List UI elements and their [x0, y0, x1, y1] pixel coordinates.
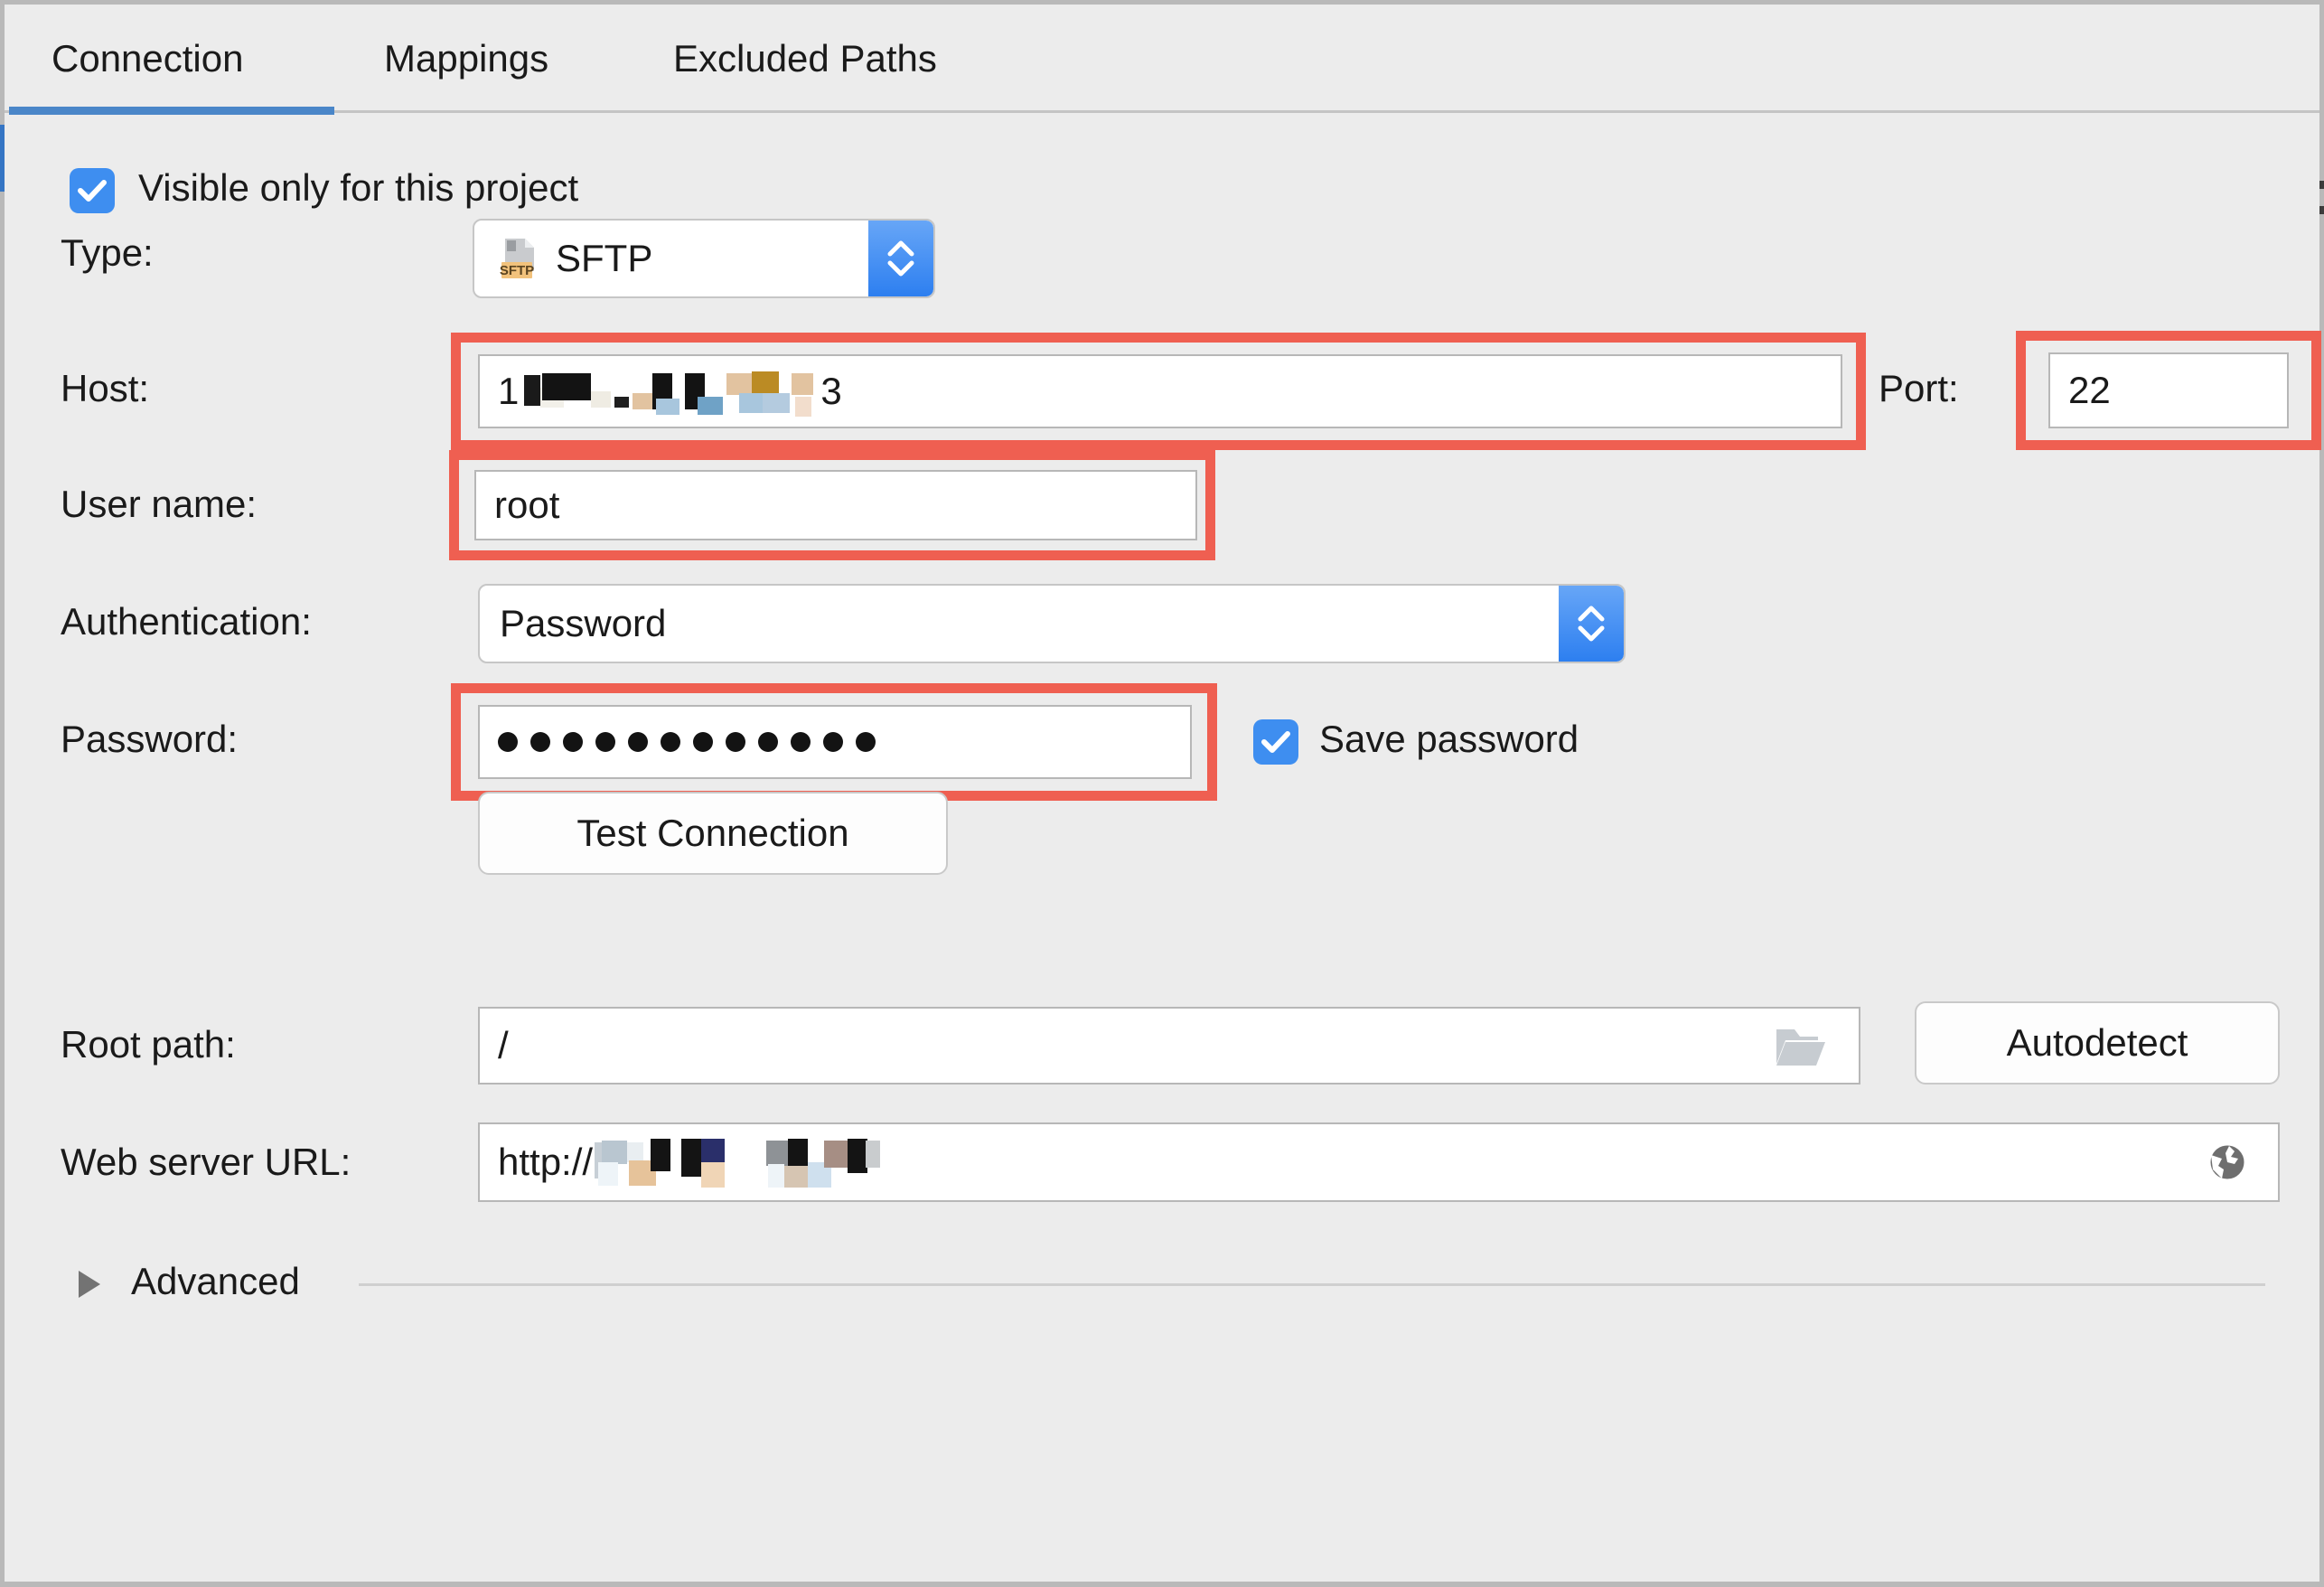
window-right-edge	[2319, 0, 2324, 1587]
password-dot	[791, 732, 811, 752]
host-value-suffix: 3	[820, 370, 842, 412]
advanced-separator	[359, 1283, 2265, 1286]
visible-only-label: Visible only for this project	[138, 166, 579, 209]
web-server-url-open-button[interactable]	[2180, 1124, 2274, 1200]
password-dot	[595, 732, 615, 752]
web-server-url-redaction-blocks	[595, 1135, 911, 1189]
type-combobox[interactable]: SFTP SFTP	[473, 219, 935, 298]
authentication-value: Password	[500, 602, 667, 644]
authentication-combobox[interactable]: Password	[478, 584, 1626, 663]
tab-mappings[interactable]: Mappings	[384, 5, 548, 113]
autodetect-button[interactable]: Autodetect	[1915, 1001, 2280, 1085]
host-value-prefix: 1	[498, 370, 520, 412]
authentication-value-wrap: Password	[480, 602, 666, 645]
globe-icon	[2207, 1142, 2247, 1182]
password-dot	[563, 732, 583, 752]
password-dot	[661, 732, 680, 752]
save-password-label: Save password	[1319, 718, 1579, 760]
authentication-label: Authentication:	[61, 600, 312, 643]
save-password-checkbox[interactable]	[1253, 719, 1298, 765]
web-server-url-value-prefix: http://	[498, 1141, 594, 1183]
host-label: Host:	[61, 367, 150, 409]
remote-host-settings-window: Connection Mappings Excluded Paths Visib…	[0, 0, 2324, 1587]
checkmark-icon	[78, 180, 107, 202]
type-combobox-stepper[interactable]	[868, 221, 933, 296]
tab-strip: Connection Mappings Excluded Paths	[5, 5, 2319, 113]
checkmark-icon	[1261, 731, 1290, 753]
password-dot	[726, 732, 745, 752]
root-path-input[interactable]: /	[478, 1007, 1860, 1085]
root-path-label: Root path:	[61, 1023, 236, 1066]
autodetect-button-label: Autodetect	[2006, 1021, 2188, 1064]
chevron-up-down-icon	[887, 240, 914, 277]
folder-icon	[1776, 1029, 1825, 1066]
user-name-value: root	[494, 484, 560, 526]
web-server-url-input[interactable]: http://	[478, 1122, 2280, 1202]
chevron-up-down-icon	[1578, 606, 1605, 642]
password-label: Password:	[61, 718, 239, 760]
sftp-file-icon: SFTP	[494, 235, 541, 282]
advanced-disclosure-triangle-icon[interactable]	[79, 1271, 100, 1298]
tab-connection[interactable]: Connection	[52, 5, 243, 113]
authentication-combobox-stepper[interactable]	[1559, 586, 1624, 662]
password-dot	[823, 732, 843, 752]
port-label: Port:	[1879, 367, 1959, 409]
web-server-url-label: Web server URL:	[61, 1141, 351, 1183]
user-name-label: User name:	[61, 483, 258, 525]
user-name-input[interactable]: root	[474, 470, 1197, 540]
password-dot	[693, 732, 713, 752]
tab-mappings-label: Mappings	[384, 37, 549, 80]
type-label: Type:	[61, 231, 154, 274]
test-connection-button[interactable]: Test Connection	[478, 792, 948, 875]
password-dot	[530, 732, 550, 752]
host-redaction-blocks	[520, 366, 819, 417]
test-connection-button-label: Test Connection	[576, 812, 849, 854]
tab-excluded-paths[interactable]: Excluded Paths	[673, 5, 937, 113]
root-path-browse-button[interactable]	[1747, 1009, 1853, 1083]
window-bottom-edge	[0, 1582, 2324, 1587]
advanced-label[interactable]: Advanced	[131, 1260, 300, 1303]
port-input[interactable]: 22	[2048, 352, 2289, 428]
password-dot	[628, 732, 648, 752]
password-dot	[758, 732, 778, 752]
password-dot	[498, 732, 518, 752]
host-input[interactable]: 1 3	[478, 354, 1842, 428]
tab-active-underline	[9, 107, 334, 115]
port-value: 22	[2068, 369, 2111, 411]
visible-only-checkbox[interactable]	[70, 168, 115, 213]
svg-text:SFTP: SFTP	[500, 263, 534, 278]
type-combobox-value-wrap: SFTP SFTP	[474, 235, 653, 282]
root-path-value: /	[498, 1024, 509, 1066]
tab-connection-label: Connection	[52, 37, 244, 80]
tab-excluded-paths-label: Excluded Paths	[673, 37, 937, 80]
password-input[interactable]	[478, 705, 1192, 779]
connection-form-pane: Visible only for this project Type: SFTP…	[5, 116, 2321, 1582]
password-dot	[856, 732, 876, 752]
type-combobox-value: SFTP	[556, 237, 653, 279]
password-masked-dots	[498, 732, 876, 752]
tab-strip-baseline	[5, 110, 2319, 113]
